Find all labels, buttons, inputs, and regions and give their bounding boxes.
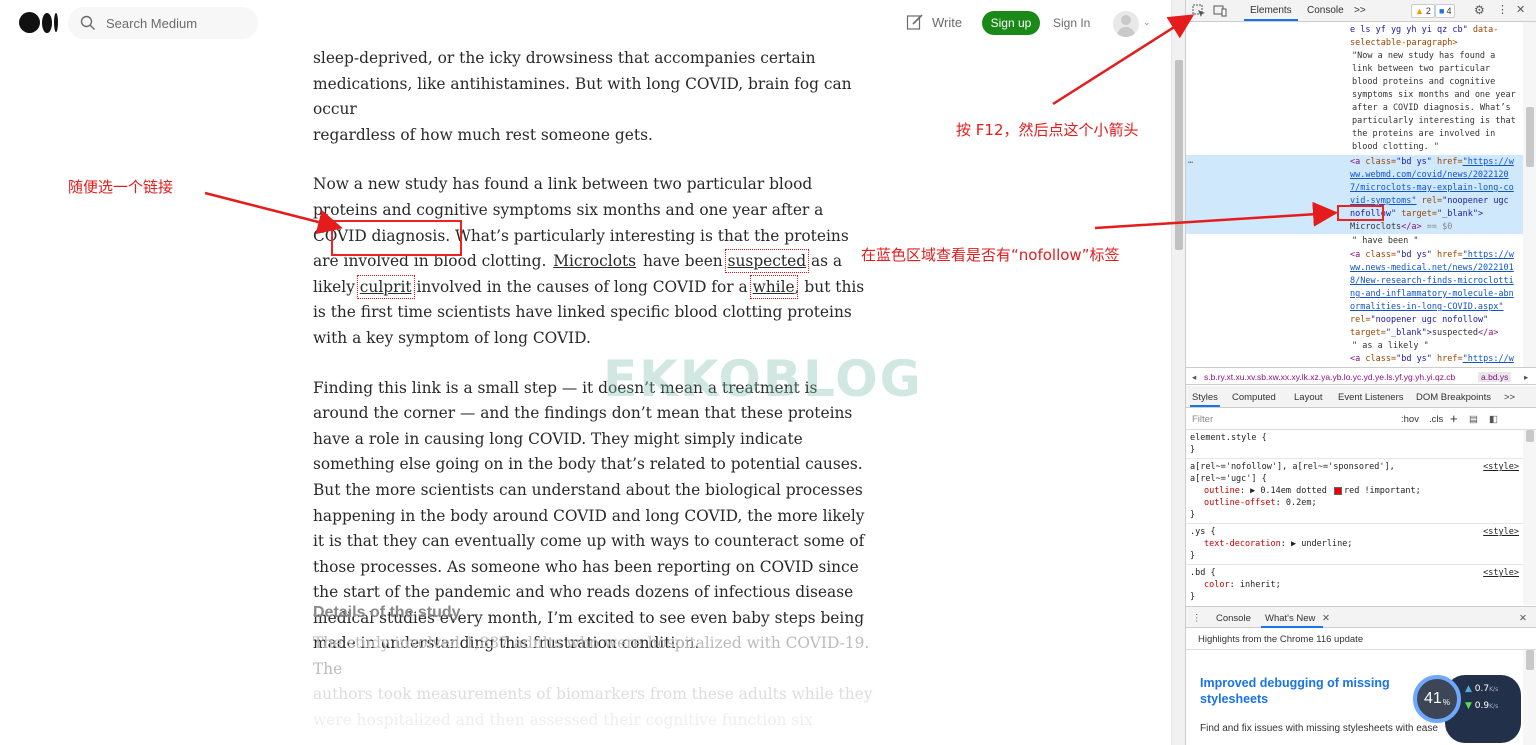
chevron-down-icon[interactable]: ⌄: [1143, 17, 1151, 28]
whats-new-scrollbar[interactable]: [1523, 650, 1536, 745]
active-subtab-indicator: [1190, 405, 1220, 407]
link-suspected[interactable]: suspected: [724, 249, 810, 274]
search-input[interactable]: Search Medium: [106, 16, 197, 31]
computed-styles-icon[interactable]: ▤: [1469, 414, 1478, 425]
styles-filter-bar: Filter :hov .cls + ▤ ◧: [1186, 408, 1536, 430]
dom-scrollbar-thumb[interactable]: [1526, 107, 1534, 167]
issues-badge[interactable]: ■ 4: [1435, 4, 1456, 18]
sidebar-toggle-icon[interactable]: ◧: [1489, 414, 1498, 425]
whats-new-item-title[interactable]: Improved debugging of missing stylesheet…: [1200, 675, 1440, 707]
tab-elements[interactable]: Elements: [1250, 5, 1292, 16]
kebab-menu-icon[interactable]: ⋮: [1497, 3, 1508, 16]
style-source-link[interactable]: <style>: [1483, 461, 1519, 473]
screenshot: Search Medium Write Sign up Sign In ⌄ sl…: [0, 0, 1536, 745]
breadcrumb: ◂ s.b.ry.xt.xu.xv.sb.xw.xx.xy.lk.xz.ya.y…: [1186, 367, 1536, 385]
download-icon: ▼: [1465, 701, 1472, 711]
style-source-link[interactable]: <style>: [1483, 526, 1519, 538]
close-drawer-icon[interactable]: ✕: [1519, 613, 1527, 624]
avatar[interactable]: [1113, 11, 1139, 37]
medium-page: Search Medium Write Sign up Sign In ⌄ sl…: [0, 0, 1171, 745]
device-toggle-icon[interactable]: [1213, 4, 1227, 18]
link-culprit[interactable]: culprit: [356, 274, 415, 299]
more-tabs-button[interactable]: >>: [1354, 5, 1366, 16]
whats-new-header: Highlights from the Chrome 116 update: [1186, 628, 1536, 650]
scrollbar-thumb[interactable]: [1175, 60, 1183, 250]
medium-logo[interactable]: [19, 12, 58, 33]
drawer-tabs: ⋮ Console What's New ✕ ✕: [1186, 606, 1536, 628]
color-swatch-red[interactable]: [1333, 486, 1342, 495]
gear-icon[interactable]: ⚙: [1474, 3, 1485, 17]
styles-scrollbar-thumb[interactable]: [1526, 430, 1534, 442]
subtab-styles[interactable]: Styles: [1192, 392, 1218, 403]
hov-toggle[interactable]: :hov: [1401, 414, 1419, 425]
styles-scrollbar[interactable]: [1523, 430, 1536, 605]
styles-subtabs: Styles Computed Layout Event Listeners D…: [1186, 386, 1536, 408]
link-while[interactable]: while: [749, 274, 798, 299]
subtab-computed[interactable]: Computed: [1232, 392, 1276, 403]
subtab-dom-breakpoints[interactable]: DOM Breakpoints: [1416, 392, 1491, 403]
subtab-event-listeners[interactable]: Event Listeners: [1338, 392, 1403, 403]
close-icon[interactable]: ✕: [1322, 613, 1330, 624]
warnings-badge[interactable]: ▲ 2: [1411, 4, 1435, 18]
annotation-check-nofollow: 在蓝色区域查看是否有“nofollow”标签: [861, 246, 1120, 264]
devtools-toolbar: Elements Console >> ▲ 2 ■ 4 ⚙ ⋮ ✕: [1186, 0, 1536, 22]
link-microclots[interactable]: Microclots: [551, 252, 638, 270]
watermark-logo: EKKOBLOG: [603, 350, 923, 408]
pencil-square-icon: [906, 14, 923, 30]
inspect-element-icon[interactable]: [1192, 4, 1206, 18]
subtab-more[interactable]: >>: [1504, 392, 1515, 403]
write-label: Write: [932, 14, 963, 30]
signin-link[interactable]: Sign In: [1053, 16, 1090, 30]
download-speed: ▼ 0.9K/s: [1465, 701, 1499, 711]
upload-icon: ▲: [1465, 684, 1472, 694]
breadcrumb-path[interactable]: s.b.ry.xt.xu.xv.sb.xw.xx.xy.lk.xz.ya.yb.…: [1204, 372, 1455, 382]
annotation-press-f12: 按 F12，然后点这个小箭头: [956, 121, 1139, 139]
tab-console[interactable]: Console: [1307, 5, 1344, 16]
page-scrollbar[interactable]: [1171, 0, 1185, 745]
breadcrumb-current[interactable]: a.bd.ys: [1478, 372, 1512, 382]
whats-new-scrollbar-thumb[interactable]: [1526, 650, 1534, 670]
faded-paragraph: The study involved 1,837 adults who were…: [313, 634, 873, 729]
dom-node-a-microclots[interactable]: <a class="bd ys" href="https://w: [1350, 156, 1522, 169]
devtools-panel: Elements Console >> ▲ 2 ■ 4 ⚙ ⋮ ✕ … e ls y…: [1185, 0, 1536, 745]
dom-scrollbar[interactable]: [1523, 22, 1536, 367]
chevron-left-icon[interactable]: ◂: [1192, 372, 1196, 383]
dom-node-a-suspected[interactable]: <a class="bd ys" href="https://w: [1350, 249, 1522, 262]
signup-button[interactable]: Sign up: [982, 11, 1040, 35]
warning-icon: ▲: [1415, 6, 1424, 16]
cls-toggle[interactable]: .cls: [1429, 414, 1443, 425]
close-icon[interactable]: ✕: [1516, 3, 1525, 16]
kebab-menu-icon[interactable]: ⋮: [1192, 613, 1202, 624]
styles-filter-input[interactable]: Filter: [1192, 414, 1213, 425]
drawer-tab-whats-new[interactable]: What's New: [1265, 613, 1315, 624]
add-rule-icon[interactable]: +: [1450, 411, 1458, 426]
medium-topbar: Search Medium Write Sign up Sign In ⌄: [0, 0, 1171, 46]
active-tab-indicator: [1244, 19, 1298, 21]
search-box[interactable]: Search Medium: [68, 7, 258, 39]
styles-pane[interactable]: element.style { } a[rel~='nofollow'], a[…: [1186, 430, 1523, 605]
drawer-tab-console[interactable]: Console: [1216, 613, 1251, 624]
write-button[interactable]: Write: [906, 13, 962, 31]
subtab-layout[interactable]: Layout: [1294, 392, 1323, 403]
nofollow-attribute: nofollow": [1350, 209, 1397, 219]
dom-tree[interactable]: … e ls yf yg yh yi qz cb" data- selectab…: [1186, 22, 1536, 367]
upload-speed: ▲ 0.7K/s: [1465, 684, 1499, 694]
chevron-right-icon[interactable]: ▸: [1524, 372, 1528, 383]
style-source-link[interactable]: <style>: [1483, 567, 1519, 579]
annotation-pick-link: 随便选一个链接: [68, 178, 174, 196]
search-icon: [80, 15, 95, 30]
node-actions-ellipsis[interactable]: …: [1188, 155, 1193, 168]
paragraph-2: Now a new study has found a link between…: [313, 175, 865, 347]
section-heading: Details of the study: [313, 604, 461, 621]
cpu-usage-gauge: 41%: [1413, 675, 1461, 723]
network-speed-widget[interactable]: 41% ▲ 0.7K/s ▼ 0.9K/s: [1413, 675, 1523, 745]
paragraph-1: sleep-deprived, or the icky drowsiness t…: [313, 49, 852, 144]
issue-icon: ■: [1439, 6, 1445, 16]
